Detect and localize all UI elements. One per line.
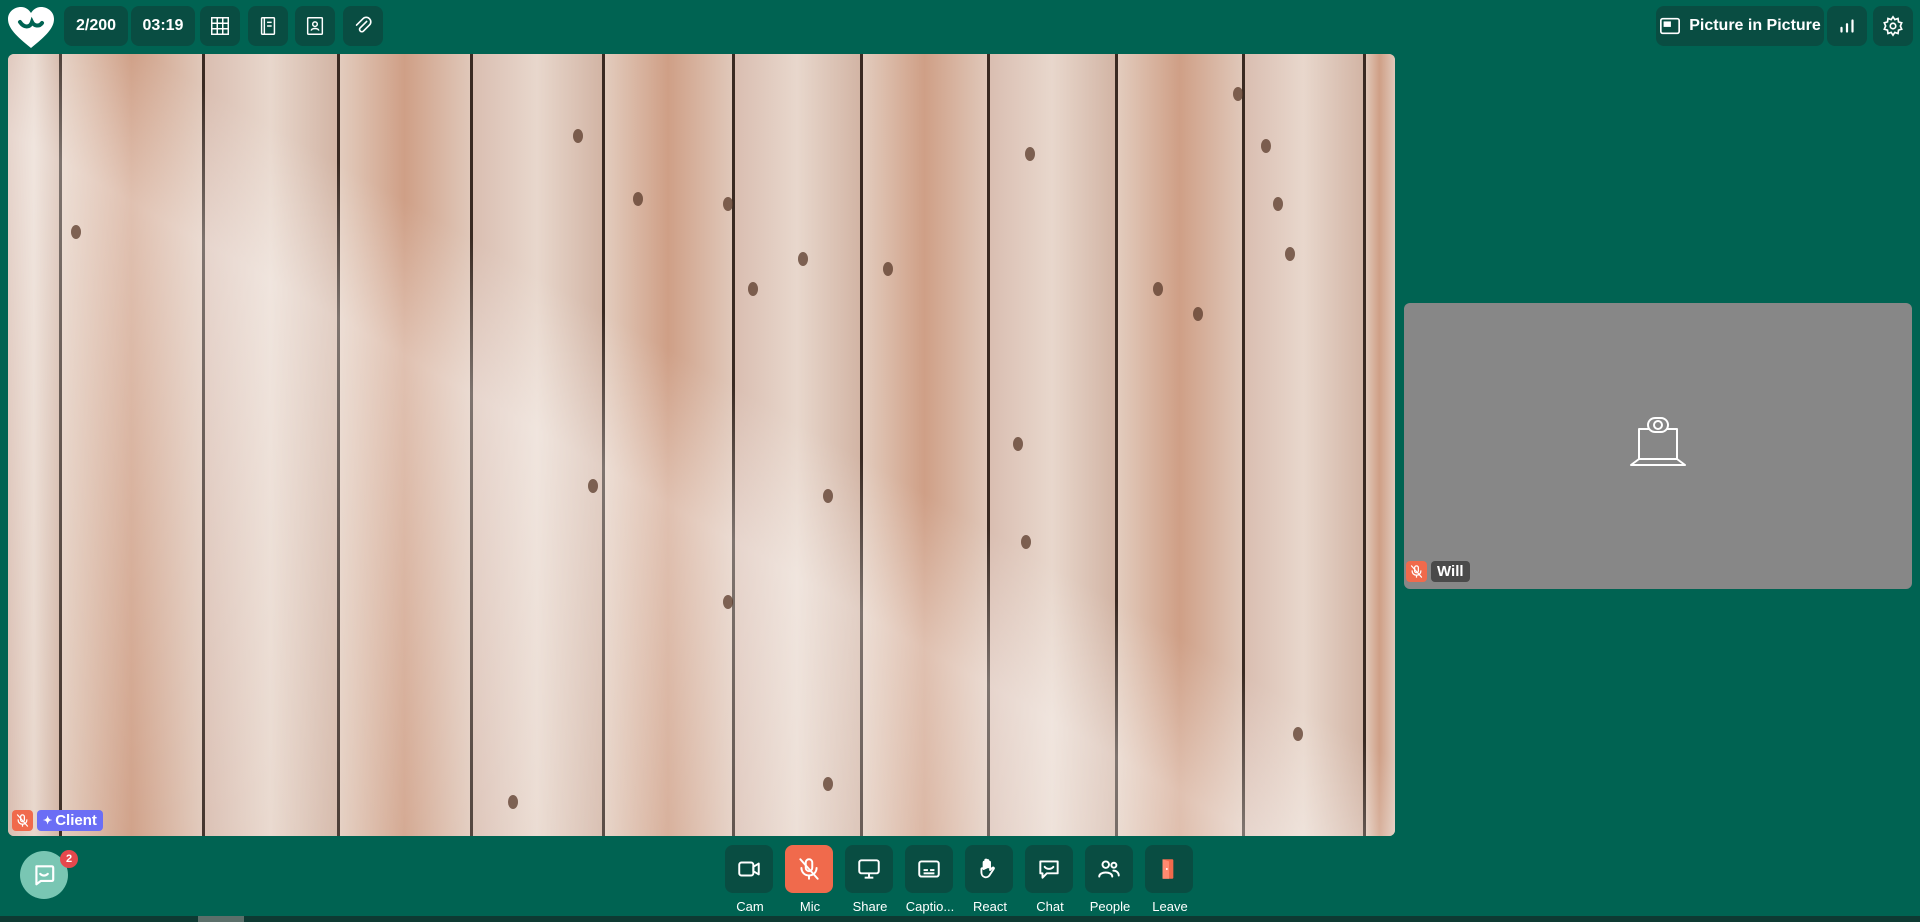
hand-wave-icon xyxy=(980,858,995,879)
wood-knot xyxy=(1233,87,1243,101)
settings-button[interactable] xyxy=(1873,6,1913,46)
participant-count: 2/200 xyxy=(64,6,128,46)
screen-share-icon xyxy=(858,859,880,879)
client-name-tag: ✦ Client xyxy=(37,810,103,831)
wood-knot xyxy=(1153,282,1163,296)
wood-knot xyxy=(1021,535,1031,549)
paperclip-icon xyxy=(355,16,372,33)
captions-button[interactable] xyxy=(905,845,953,893)
participant-count-text: 2/200 xyxy=(75,17,117,34)
leave-door-icon xyxy=(1162,859,1174,879)
picture-in-picture-button[interactable]: Picture in Picture xyxy=(1656,6,1824,46)
grid-icon xyxy=(211,17,229,35)
picture-in-picture-label: Picture in Picture xyxy=(1689,17,1821,34)
notes-button[interactable] xyxy=(248,6,288,46)
chat-button[interactable] xyxy=(1025,845,1073,893)
wood-knot xyxy=(823,777,833,791)
contact-card-icon xyxy=(306,17,324,35)
mic-button[interactable] xyxy=(785,845,833,893)
picture-in-picture-icon xyxy=(1660,17,1681,35)
bottom-scrollbar[interactable] xyxy=(0,916,1920,922)
grid-view-button[interactable] xyxy=(200,6,240,46)
share-button[interactable] xyxy=(845,845,893,893)
wood-knot xyxy=(1261,139,1271,153)
camera-off-laptop-icon xyxy=(1630,417,1686,466)
wood-knot xyxy=(748,282,758,296)
will-name-tag: Will xyxy=(1431,561,1470,582)
video-feed-wood-background xyxy=(8,54,1395,836)
wood-knot xyxy=(883,262,893,276)
people-button[interactable] xyxy=(1085,845,1133,893)
main-video-tile[interactable]: ✦ Client xyxy=(8,54,1395,836)
cam-button[interactable] xyxy=(725,845,773,893)
video-camera-icon xyxy=(738,861,760,877)
wood-knot xyxy=(798,252,808,266)
leave-button[interactable] xyxy=(1145,845,1193,893)
sparkle-icon: ✦ xyxy=(43,815,53,827)
mic-off-icon xyxy=(1410,565,1423,578)
wood-knot xyxy=(723,197,733,211)
call-timer-text: 03:19 xyxy=(142,17,184,34)
settings-gear-icon xyxy=(1883,15,1903,37)
client-mute-badge xyxy=(12,810,33,831)
captions-icon xyxy=(918,860,940,878)
wood-knot xyxy=(1193,307,1203,321)
wood-knot xyxy=(1293,727,1303,741)
wood-knot xyxy=(71,225,81,239)
app-logo xyxy=(6,6,56,52)
people-icon xyxy=(1098,860,1120,878)
chat-bubble-icon xyxy=(1039,860,1059,879)
stats-button[interactable] xyxy=(1827,6,1867,46)
notebook-icon xyxy=(260,17,276,35)
wood-knot xyxy=(508,795,518,809)
scrollbar-thumb[interactable] xyxy=(198,916,244,922)
wood-knot xyxy=(1273,197,1283,211)
wood-knot xyxy=(723,595,733,609)
wood-knot xyxy=(573,129,583,143)
call-timer: 03:19 xyxy=(131,6,195,46)
will-mute-badge xyxy=(1406,561,1427,582)
support-chat-badge-count: 2 xyxy=(65,853,73,865)
mic-off-icon xyxy=(799,858,819,880)
leave-label: Leave xyxy=(1152,899,1188,914)
signal-bars-icon xyxy=(1840,19,1854,33)
wood-knot xyxy=(588,479,598,493)
client-name-text: Client xyxy=(55,812,97,829)
mic-off-icon xyxy=(16,814,29,827)
will-name-text: Will xyxy=(1437,563,1464,580)
contact-button[interactable] xyxy=(295,6,335,46)
wood-knot xyxy=(1285,247,1295,261)
wood-knot xyxy=(1013,437,1023,451)
wood-knot xyxy=(823,489,833,503)
support-chat-badge: 2 xyxy=(60,850,78,868)
react-button[interactable] xyxy=(965,845,1013,893)
wood-knot xyxy=(633,192,643,206)
attachments-button[interactable] xyxy=(343,6,383,46)
wood-knot xyxy=(1025,147,1035,161)
participant-tile-will[interactable]: Will xyxy=(1404,303,1912,589)
chat-widget-icon xyxy=(35,865,55,886)
